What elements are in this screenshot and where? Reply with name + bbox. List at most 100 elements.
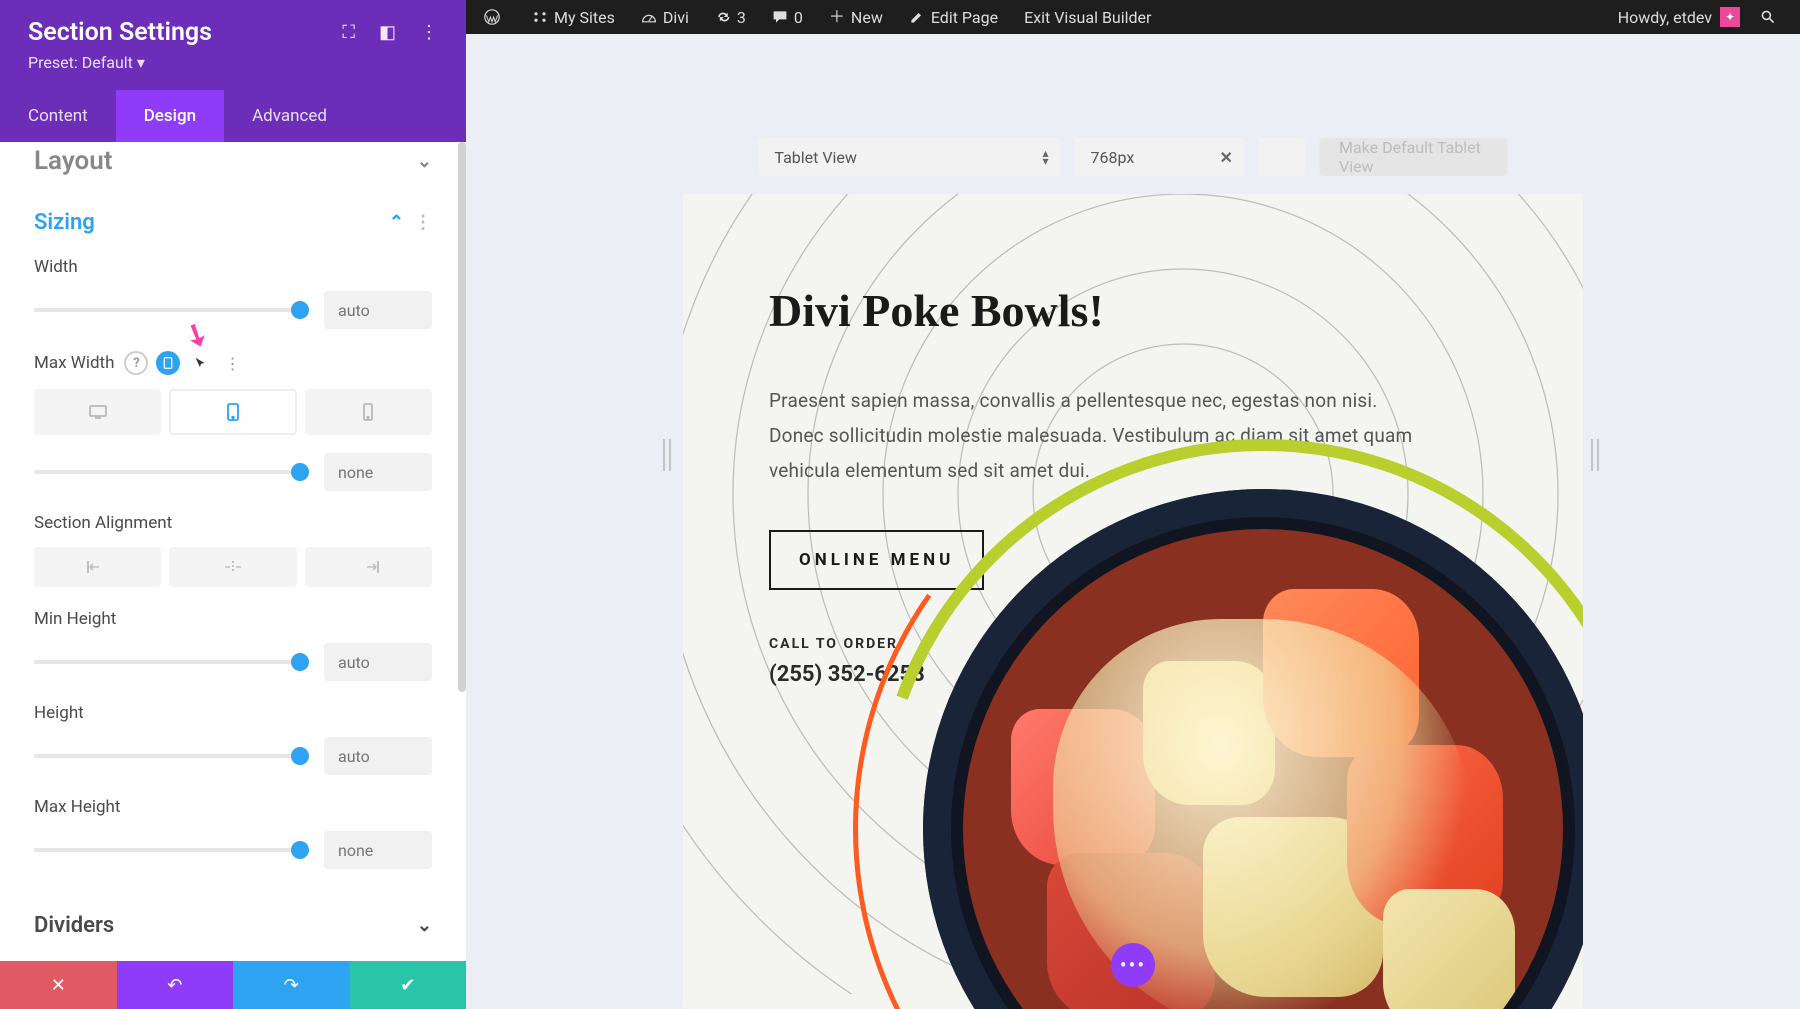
more-icon[interactable]: ⋮ <box>420 22 438 43</box>
view-select-label: Tablet View <box>774 148 857 167</box>
label-max-width: Max Width <box>34 353 114 373</box>
group-sizing-label: Sizing <box>34 210 95 235</box>
field-more-icon[interactable]: ⋮ <box>220 351 244 375</box>
redo-button[interactable]: ↷ <box>233 961 350 1009</box>
help-icon[interactable]: ? <box>124 351 148 375</box>
site-name-link[interactable]: Divi <box>631 0 699 34</box>
width-input[interactable] <box>324 291 432 329</box>
field-max-height: Max Height <box>34 797 432 869</box>
edit-page-link[interactable]: Edit Page <box>899 0 1008 34</box>
chevron-down-icon: ⌄ <box>417 915 432 936</box>
preset-value: Default <box>82 53 133 72</box>
snap-icon[interactable]: ◧ <box>379 22 396 43</box>
updates-link[interactable]: 3 <box>705 0 756 34</box>
make-default-button[interactable]: Make Default Tablet View <box>1319 138 1508 176</box>
max-width-slider[interactable] <box>34 467 300 477</box>
device-desktop[interactable] <box>34 389 161 435</box>
height-input[interactable] <box>324 737 432 775</box>
resize-handle-left[interactable] <box>663 439 679 471</box>
admin-search[interactable] <box>1750 0 1792 34</box>
device-phone[interactable] <box>305 389 432 435</box>
clear-width-icon[interactable]: ✕ <box>1219 148 1232 167</box>
wp-logo[interactable] <box>474 0 516 34</box>
hover-icon[interactable] <box>188 351 212 375</box>
device-tablet[interactable] <box>169 389 296 435</box>
view-spacer <box>1259 138 1305 176</box>
group-sizing[interactable]: Sizing ⌃ ⋮ <box>34 210 432 235</box>
min-height-slider[interactable] <box>34 657 300 667</box>
resize-handle-right[interactable] <box>1591 439 1607 471</box>
tab-advanced[interactable]: Advanced <box>224 90 355 142</box>
howdy-label: Howdy, etdev <box>1618 8 1712 27</box>
make-default-label: Make Default Tablet View <box>1339 138 1488 176</box>
label-section-alignment: Section Alignment <box>34 513 432 533</box>
height-slider[interactable] <box>34 751 300 761</box>
wp-admin-bar: My Sites Divi 3 0 ＋ New Edit Page Exit Vi… <box>466 0 1800 34</box>
width-slider[interactable] <box>34 305 300 315</box>
field-min-height: Min Height <box>34 609 432 681</box>
max-height-input[interactable] <box>324 831 432 869</box>
view-width-value: 768px <box>1091 148 1135 167</box>
hero-image <box>863 429 1583 1009</box>
sidebar-footer: ✕ ↶ ↷ ✔ <box>0 961 466 1009</box>
save-button[interactable]: ✔ <box>350 961 467 1009</box>
cancel-button[interactable]: ✕ <box>0 961 117 1009</box>
label-height: Height <box>34 703 432 723</box>
wordpress-icon <box>484 9 500 25</box>
device-frame: Divi Poke Bowls! Praesent sapien massa, … <box>683 194 1583 1009</box>
select-arrows-icon: ▴▾ <box>1042 149 1048 165</box>
field-section-alignment: Section Alignment <box>34 513 432 587</box>
responsive-icon[interactable] <box>156 351 180 375</box>
max-width-input[interactable] <box>324 453 432 491</box>
group-layout[interactable]: Layout ⌄ <box>34 142 432 186</box>
field-height: Height <box>34 703 432 775</box>
view-select[interactable]: Tablet View ▴▾ <box>758 138 1060 176</box>
sidebar-header: Section Settings ⛶ ◧ ⋮ Preset: Default ▾… <box>0 0 466 142</box>
group-dividers[interactable]: Dividers ⌄ <box>34 913 432 938</box>
field-max-width: Max Width ? ⋮ <box>34 351 432 491</box>
comments-count: 0 <box>794 8 803 27</box>
preset-selector[interactable]: Preset: Default ▾ <box>0 53 466 90</box>
undo-button[interactable]: ↶ <box>117 961 234 1009</box>
comment-icon <box>772 9 788 25</box>
tab-content[interactable]: Content <box>0 90 116 142</box>
edit-page-label: Edit Page <box>931 8 998 27</box>
align-left[interactable] <box>34 547 161 587</box>
my-sites-label: My Sites <box>554 8 615 27</box>
hero-title: Divi Poke Bowls! <box>769 284 1497 337</box>
plus-icon: ＋ <box>829 9 845 25</box>
exit-vb-link[interactable]: Exit Visual Builder <box>1014 0 1161 34</box>
scrollbar[interactable] <box>458 142 466 692</box>
refresh-icon <box>715 9 731 25</box>
expand-icon[interactable]: ⛶ <box>342 22 355 43</box>
group-more-icon[interactable]: ⋮ <box>414 212 432 233</box>
caret-down-icon: ▾ <box>137 53 145 72</box>
label-width: Width <box>34 257 432 277</box>
tab-design[interactable]: Design <box>116 90 224 142</box>
comments-link[interactable]: 0 <box>762 0 813 34</box>
pencil-icon <box>909 9 925 25</box>
field-width: Width <box>34 257 432 329</box>
fab-more-button[interactable]: ••• <box>1111 943 1155 987</box>
builder-canvas: Tablet View ▴▾ 768px ✕ Make Default Tabl… <box>466 34 1800 1009</box>
align-right[interactable] <box>305 547 432 587</box>
device-tabs <box>34 389 432 435</box>
updates-count: 3 <box>737 8 746 27</box>
my-sites-link[interactable]: My Sites <box>522 0 625 34</box>
search-icon <box>1760 9 1776 25</box>
sidebar-body: Layout ⌄ Sizing ⌃ ⋮ Width Max Width <box>0 142 466 961</box>
avatar: ✦ <box>1720 7 1740 27</box>
settings-sidebar: Section Settings ⛶ ◧ ⋮ Preset: Default ▾… <box>0 0 466 1009</box>
label-min-height: Min Height <box>34 609 432 629</box>
view-toolbar: Tablet View ▴▾ 768px ✕ Make Default Tabl… <box>758 138 1507 176</box>
group-dividers-label: Dividers <box>34 913 114 938</box>
new-link[interactable]: ＋ New <box>819 0 893 34</box>
new-label: New <box>851 8 883 27</box>
max-height-slider[interactable] <box>34 845 300 855</box>
align-center[interactable] <box>169 547 296 587</box>
chevron-up-icon: ⌃ <box>389 212 404 233</box>
min-height-input[interactable] <box>324 643 432 681</box>
view-width-input[interactable]: 768px ✕ <box>1075 138 1245 176</box>
site-name-label: Divi <box>663 8 689 27</box>
howdy-link[interactable]: Howdy, etdev ✦ <box>1608 0 1750 34</box>
